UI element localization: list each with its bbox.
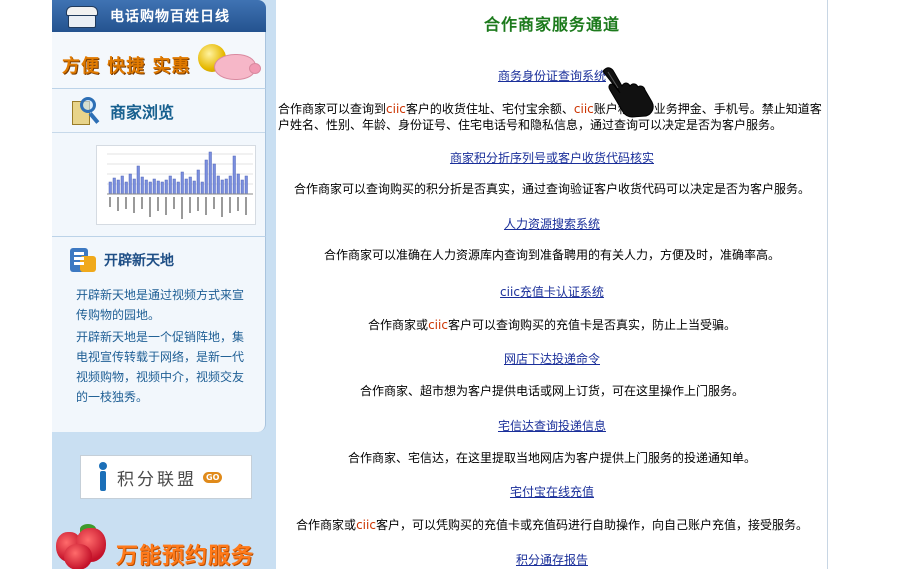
desc-hr-search: 合作商家可以准确在人力资源库内查询到准备聘用的有关人力，方便及时，准确率高。 [323, 248, 780, 262]
hotline-text: 电话购物百姓日线 [110, 9, 230, 25]
thumbnail-chart-graphic [97, 146, 255, 224]
desc-text: 合作商家可以查询到 [278, 102, 387, 116]
points-alliance-banner[interactable]: 积分联盟 GO [80, 455, 252, 499]
new-world-desc-2: 开辟新天地是一个促销阵地，集电视宣传转载于网络，是新一代视频购物，视频中介，视频… [76, 330, 245, 404]
new-world-panel: 开辟新天地 开辟新天地是通过视频方式来宣传购物的园地。 开辟新天地是一个促销阵地… [52, 236, 266, 432]
person-icon [97, 462, 109, 492]
new-world-icon [70, 246, 98, 274]
hotline-banner: 电话购物百姓日线 [52, 0, 266, 32]
desc-online-recharge: 合作商家或ciic客户，可以凭购买的充值卡或充值码进行自助操作，向自己账户充值，… [276, 517, 828, 533]
browse-title[interactable]: 商家浏览 [110, 99, 174, 123]
new-world-desc-1: 开辟新天地是通过视频方式来宣传购物的园地。 [76, 288, 245, 322]
desc-text: 客户，可以凭购买的充值卡或充值码进行自助操作，向自己账户充值，接受服务。 [375, 518, 808, 532]
browse-header: 商家浏览 [52, 89, 265, 133]
ciic-text: ciic [386, 102, 406, 116]
merchant-chart-thumbnail[interactable] [96, 145, 256, 225]
desc-points-serial-verify: 合作商家可以查询购买的积分折是否真实，通过查询验证客户收货代码可以决定是否为客户… [293, 182, 810, 196]
desc-text: 客户可以查询购买的充值卡是否真实，防止上当受骗。 [447, 318, 736, 332]
desc-merchant-id-query: 合作商家可以查询到ciic客户的收货住址、宅付宝余额、ciic账户积分、业务押金… [276, 101, 828, 133]
new-world-title[interactable]: 开辟新天地 [104, 250, 174, 270]
link-points-deposit-report[interactable]: 积分通存报告 [276, 551, 828, 568]
desc-delivery-info-query: 合作商家、宅信达，在这里提取当地网店为客户提供上门服务的投递通知单。 [347, 451, 756, 465]
link-delivery-info-query[interactable]: 宅信达查询投递信息 [276, 417, 828, 434]
go-badge: GO [203, 471, 223, 483]
link-card-auth-text[interactable]: 充值卡认证系统 [520, 285, 604, 299]
magnifier-icon [70, 95, 100, 127]
link-merchant-id-query[interactable]: 商务身份证查询系统 [276, 67, 828, 84]
merchant-browse-panel: 商家浏览 [52, 88, 266, 236]
ciic-text: ciic [573, 102, 594, 116]
link-shop-delivery-order-text[interactable]: 网店下达投递命令 [504, 352, 600, 366]
points-alliance-label: 积分联盟 [117, 469, 197, 490]
desc-text: 客户的收货住址、宅付宝余额、 [405, 102, 574, 116]
link-hr-search-text[interactable]: 人力资源搜索系统 [504, 217, 600, 231]
link-delivery-info-query-text[interactable]: 宅信达查询投递信息 [498, 419, 606, 433]
left-sidebar: 电话购物百姓日线 方便 快捷 实惠 商家浏览 开辟新天地 开辟新天地是通过视频方… [52, 0, 276, 569]
link-hr-search[interactable]: 人力资源搜索系统 [276, 215, 828, 232]
ciic-text: ciic [428, 318, 448, 332]
new-world-header: 开辟新天地 [52, 237, 265, 283]
link-online-recharge-text[interactable]: 宅付宝在线充值 [510, 485, 594, 499]
piggy-bank-icon [214, 54, 261, 80]
desc-text: 合作商家或 [296, 518, 357, 532]
desc-card-auth: 合作商家或ciic客户可以查询购买的充值卡是否真实，防止上当受骗。 [276, 317, 828, 333]
desc-text: 合作商家或 [368, 318, 429, 332]
promo-banner: 方便 快捷 实惠 [52, 32, 266, 88]
link-points-serial-verify-text[interactable]: 商家积分折序列号或客户收货代码核实 [450, 151, 654, 165]
link-online-recharge[interactable]: 宅付宝在线充值 [276, 483, 828, 500]
link-card-auth-prefix[interactable]: ciic [500, 285, 520, 299]
main-content: 合作商家服务通道 商务身份证查询系统 合作商家可以查询到ciic客户的收货住址、… [276, 0, 828, 569]
link-points-deposit-report-text[interactable]: 积分通存报告 [516, 553, 588, 567]
link-card-auth[interactable]: ciic充值卡认证系统 [276, 283, 828, 300]
desc-shop-delivery-order: 合作商家、超市想为客户提供电话或网上订货，可在这里操作上门服务。 [359, 384, 744, 398]
universal-booking-label: 万能预约服务 [116, 544, 255, 569]
promo-slogan: 方便 快捷 实惠 [62, 56, 191, 77]
page-title: 合作商家服务通道 [483, 15, 620, 34]
link-points-serial-verify[interactable]: 商家积分折序列号或客户收货代码核实 [276, 149, 828, 166]
phone-icon [66, 5, 98, 28]
link-merchant-id-query-text[interactable]: 商务身份证查询系统 [498, 69, 606, 83]
strawberry-icon [56, 524, 112, 569]
ciic-text: ciic [356, 518, 376, 532]
universal-booking-banner[interactable]: 万能预约服务 [52, 518, 276, 569]
link-shop-delivery-order[interactable]: 网店下达投递命令 [276, 350, 828, 367]
